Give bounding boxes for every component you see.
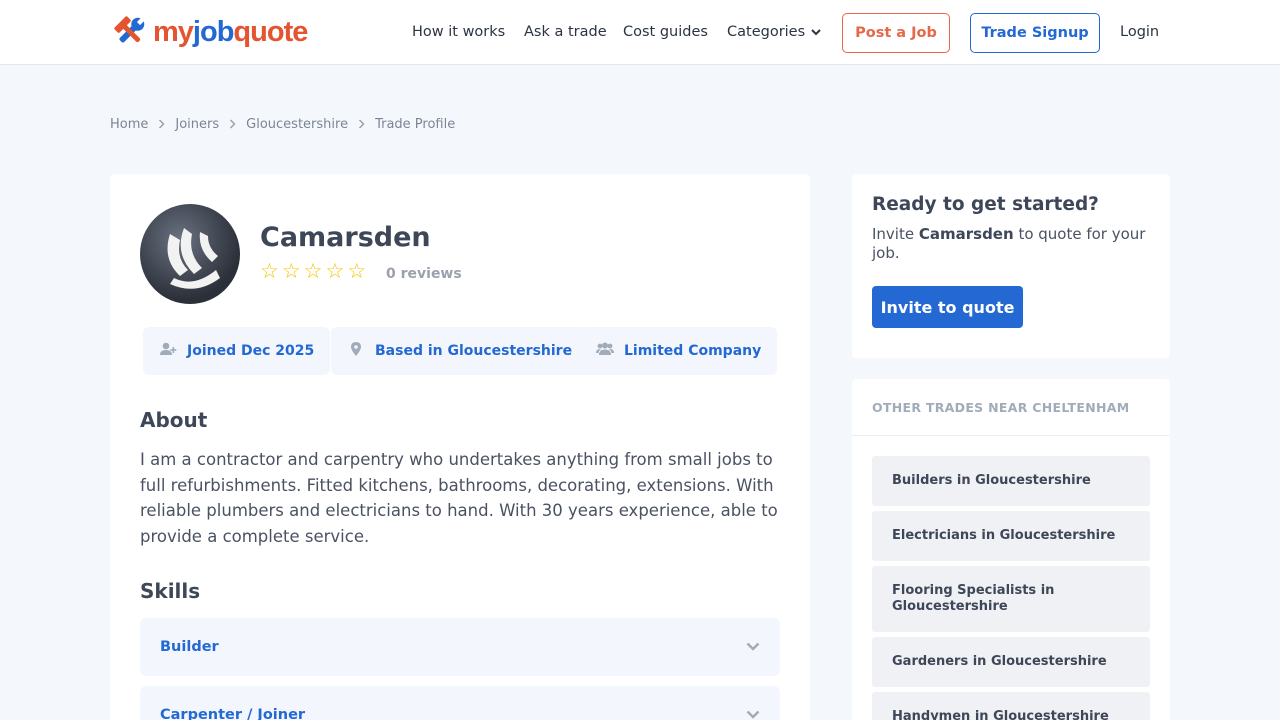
other-trade-link-handymen[interactable]: Handymen in Gloucestershire — [872, 692, 1150, 720]
invite-to-quote-button[interactable]: Invite to quote — [872, 286, 1023, 328]
post-a-job-button[interactable]: Post a Job — [842, 13, 950, 53]
reviews-count[interactable]: 0 reviews — [386, 266, 462, 282]
logo-part-my: my — [153, 15, 194, 48]
get-started-card: Ready to get started? Invite Camarsden t… — [852, 174, 1170, 358]
other-trade-link-gardeners[interactable]: Gardeners in Gloucestershire — [872, 637, 1150, 687]
company-type-chip: Limited Company — [580, 327, 778, 375]
rating-stars: ☆ ☆ ☆ ☆ ☆ — [260, 261, 366, 282]
star-outline-icon: ☆ — [281, 259, 301, 283]
skill-label: Builder — [160, 639, 219, 655]
star-outline-icon: ☆ — [325, 259, 345, 283]
other-trades-card: OTHER TRADES NEAR CHELTENHAM Builders in… — [852, 379, 1170, 720]
breadcrumb: Home Joiners Gloucestershire Trade Profi… — [110, 117, 455, 132]
nav-ask-a-trade[interactable]: Ask a trade — [524, 24, 607, 40]
nav-cost-guides[interactable]: Cost guides — [623, 24, 708, 40]
company-type-text: Limited Company — [624, 343, 762, 359]
myjobquote-logo[interactable]: myjobquote — [110, 14, 308, 50]
cta-text-prefix: Invite — [872, 225, 919, 243]
avatar — [140, 204, 240, 304]
chevron-right-icon — [229, 118, 236, 132]
breadcrumb-joiners[interactable]: Joiners — [175, 117, 219, 132]
skill-label: Carpenter / Joiner — [160, 707, 306, 720]
tools-logo-icon — [110, 15, 150, 49]
location-chip: Based in Gloucestershire — [331, 327, 589, 375]
trade-profile-card: Camarsden ☆ ☆ ☆ ☆ ☆ 0 reviews Joined Dec… — [110, 174, 810, 720]
logo-wordmark: myjobquote — [153, 15, 308, 48]
nav-categories-dropdown[interactable]: Categories — [727, 24, 821, 40]
breadcrumb-home[interactable]: Home — [110, 117, 148, 132]
other-trade-link-builders[interactable]: Builders in Gloucestershire — [872, 456, 1150, 506]
skill-item-carpenter-joiner[interactable]: Carpenter / Joiner — [140, 686, 780, 720]
chevron-down-icon — [746, 707, 760, 720]
chevron-right-icon — [158, 118, 165, 132]
logo-part-job: job — [192, 15, 234, 48]
skill-item-builder[interactable]: Builder — [140, 618, 780, 676]
chevron-down-icon — [811, 24, 821, 40]
chevron-down-icon — [746, 639, 760, 655]
star-outline-icon: ☆ — [303, 259, 323, 283]
star-outline-icon: ☆ — [347, 259, 367, 283]
trade-signup-button[interactable]: Trade Signup — [970, 13, 1100, 53]
logo-part-quote: quote — [233, 15, 308, 48]
get-started-title: Ready to get started? — [872, 194, 1099, 215]
users-icon — [596, 342, 614, 360]
chevron-right-icon — [358, 118, 365, 132]
joined-chip: Joined Dec 2025 — [143, 327, 331, 375]
location-text: Based in Gloucestershire — [375, 343, 573, 359]
profile-name: Camarsden — [260, 222, 431, 253]
user-plus-icon — [159, 342, 177, 360]
breadcrumb-trade-profile: Trade Profile — [375, 117, 456, 132]
other-trades-heading: OTHER TRADES NEAR CHELTENHAM — [852, 379, 1170, 436]
other-trade-link-flooring[interactable]: Flooring Specialists in Gloucestershire — [872, 566, 1150, 632]
nav-login[interactable]: Login — [1120, 24, 1159, 40]
other-trade-link-electricians[interactable]: Electricians in Gloucestershire — [872, 511, 1150, 561]
nav-how-it-works[interactable]: How it works — [412, 24, 505, 40]
nav-categories-label: Categories — [727, 24, 806, 40]
star-outline-icon: ☆ — [260, 259, 279, 283]
about-heading: About — [140, 408, 208, 432]
breadcrumb-gloucestershire[interactable]: Gloucestershire — [246, 117, 348, 132]
joined-text: Joined Dec 2025 — [187, 343, 315, 359]
skills-heading: Skills — [140, 579, 201, 603]
map-pin-icon — [347, 342, 365, 360]
top-navigation-bar: myjobquote How it works Ask a trade Cost… — [0, 0, 1280, 65]
get-started-text: Invite Camarsden to quote for your job. — [872, 225, 1150, 263]
about-text: I am a contractor and carpentry who unde… — [140, 450, 778, 546]
cta-trade-name: Camarsden — [918, 225, 1014, 243]
